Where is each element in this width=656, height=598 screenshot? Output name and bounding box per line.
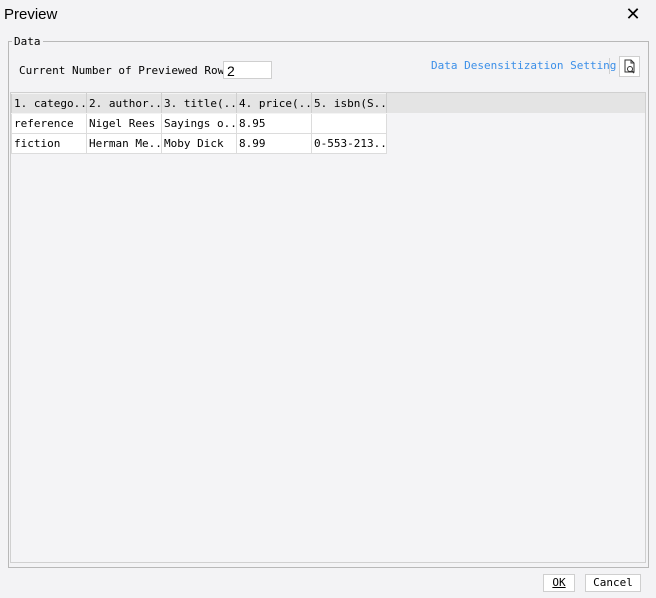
document-search-icon [624, 59, 635, 74]
column-header[interactable]: 5. isbn(S... [311, 93, 387, 114]
close-button[interactable]: ✕ [622, 4, 644, 26]
column-header[interactable]: 4. price(... [236, 93, 312, 114]
data-desensitization-link[interactable]: Data Desensitization Setting [431, 59, 616, 72]
table-cell[interactable]: 8.95 [236, 113, 312, 134]
table-cell[interactable]: Herman Me... [86, 133, 162, 154]
table-cell[interactable]: 8.99 [236, 133, 312, 154]
table-cell[interactable]: 0-553-213... [311, 133, 387, 154]
table-row[interactable]: fiction Herman Me... Moby Dick 8.99 0-553-21… [11, 133, 387, 154]
table-row[interactable]: reference Nigel Rees Sayings o... 8.95 [11, 113, 387, 134]
ok-label: OK [552, 576, 566, 589]
preview-search-button[interactable] [619, 56, 640, 77]
rows-label: Current Number of Previewed Rows: [19, 64, 238, 77]
table-cell[interactable]: Nigel Rees [86, 113, 162, 134]
preview-table[interactable]: 1. catego... 2. author... 3. title(... 4. p… [10, 92, 646, 563]
cancel-button[interactable]: Cancel [585, 574, 641, 592]
cancel-label: Cancel [593, 576, 633, 589]
ok-button[interactable]: OK [543, 574, 575, 592]
column-header[interactable]: 1. catego... [11, 93, 87, 114]
column-header[interactable]: 3. title(... [161, 93, 237, 114]
close-icon: ✕ [625, 4, 641, 25]
table-cell[interactable]: fiction [11, 133, 87, 154]
window-title: Preview [4, 6, 58, 23]
toolbar-divider [609, 58, 610, 74]
rows-input[interactable]: 2 [223, 61, 272, 79]
column-header[interactable]: 2. author... [86, 93, 162, 114]
header-filler [386, 93, 645, 113]
table-cell[interactable]: reference [11, 113, 87, 134]
table-cell[interactable]: Sayings o... [161, 113, 237, 134]
table-cell[interactable] [311, 113, 387, 134]
table-cell[interactable]: Moby Dick [161, 133, 237, 154]
group-legend: Data [12, 35, 43, 48]
